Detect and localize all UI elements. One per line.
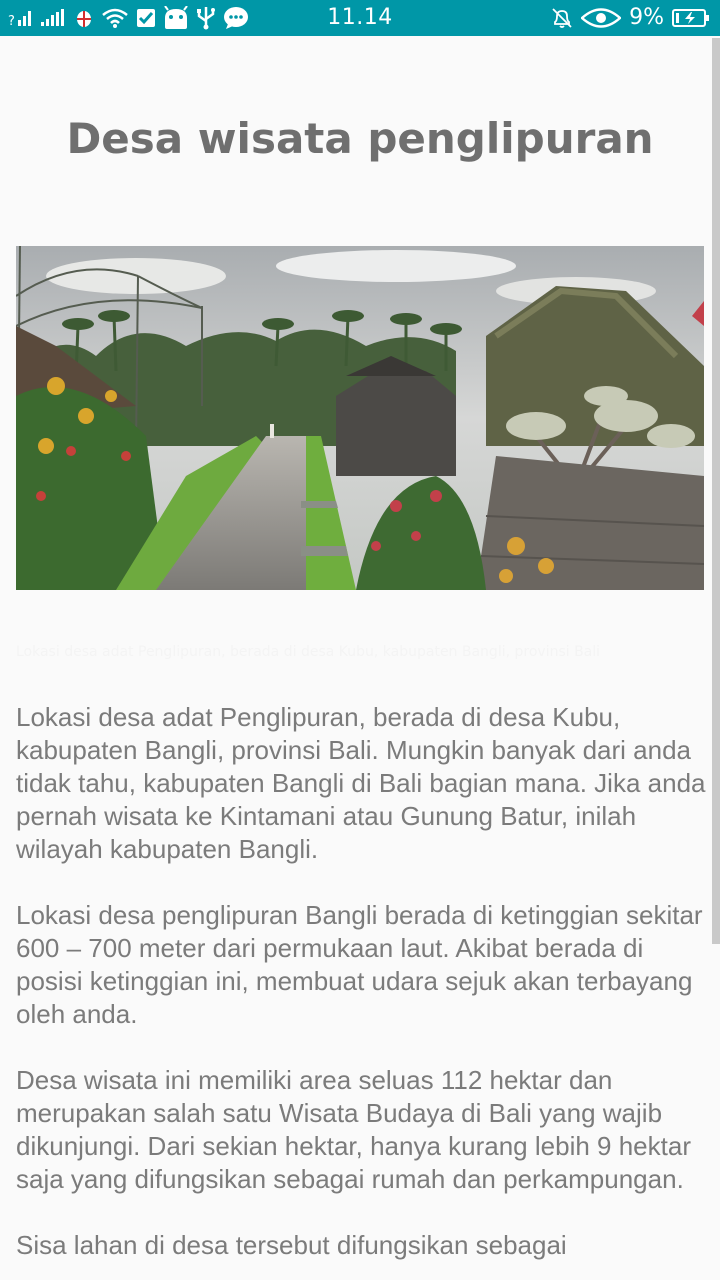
status-bar: ? 11.14 9% bbox=[0, 0, 720, 36]
article-body: Lokasi desa adat Penglipuran, berada di … bbox=[16, 701, 706, 1280]
article-view[interactable]: Desa wisata penglipuran Lokasi desa adat… bbox=[0, 36, 720, 1280]
article-paragraph: Lokasi desa penglipuran Bangli berada di… bbox=[16, 900, 703, 1029]
status-bar-system: 9% bbox=[551, 0, 710, 36]
battery-icon bbox=[672, 8, 710, 28]
article-paragraph: Lokasi desa adat Penglipuran, berada di … bbox=[16, 702, 706, 864]
page-title: Desa wisata penglipuran bbox=[66, 114, 654, 163]
scrollbar[interactable] bbox=[712, 38, 720, 944]
battery-percent: 9% bbox=[629, 5, 664, 30]
article-paragraph: Sisa lahan di desa tersebut difungsikan … bbox=[16, 1230, 567, 1260]
article-paragraph: Desa wisata ini memiliki area seluas 112… bbox=[16, 1065, 691, 1194]
village-photo bbox=[16, 246, 704, 590]
eye-icon bbox=[581, 7, 622, 29]
mute-bell-icon bbox=[551, 7, 573, 29]
image-caption: Lokasi desa adat Penglipuran, berada di … bbox=[16, 644, 601, 660]
